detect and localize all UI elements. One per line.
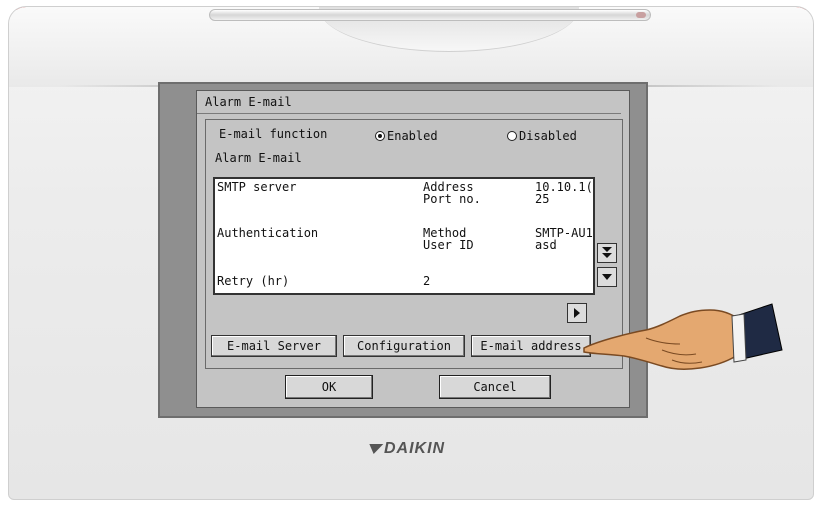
title-divider <box>197 113 621 114</box>
scroll-bottom-button[interactable] <box>597 243 617 263</box>
dialog-title: Alarm E-mail <box>205 95 292 109</box>
enabled-label: Enabled <box>387 129 438 143</box>
list-item-name: Retry (hr) <box>217 274 290 288</box>
tab-configuration[interactable]: Configuration <box>343 335 465 357</box>
list-item-key: User ID <box>423 238 474 252</box>
tab-email-address[interactable]: E-mail address <box>471 335 591 357</box>
list-item-name: SMTP server <box>217 180 297 194</box>
cancel-button[interactable]: Cancel <box>439 375 551 399</box>
radio-enabled[interactable]: Enabled <box>375 129 438 143</box>
brand-name: DAIKIN <box>384 440 446 457</box>
email-function-label: E-mail function <box>219 127 328 141</box>
list-item-value: 25 <box>535 192 550 206</box>
ok-button[interactable]: OK <box>285 375 373 399</box>
daikin-logo-icon <box>366 443 384 454</box>
list-item-value: 2 <box>423 274 431 288</box>
disabled-label: Disabled <box>519 129 577 143</box>
double-chevron-down-icon <box>602 247 612 258</box>
radio-selected-icon <box>375 131 385 141</box>
settings-list[interactable]: SMTP server Address Port no. 10.10.1( 25… <box>213 177 595 295</box>
tab-email-server[interactable]: E-mail Server <box>211 335 337 357</box>
list-item-key: Port no. <box>423 192 481 206</box>
scroll-down-button[interactable] <box>597 267 617 287</box>
list-item-name: Authentication <box>217 226 319 240</box>
pointing-hand-icon <box>583 303 783 371</box>
alarm-email-dialog: Alarm E-mail E-mail function Enabled Dis… <box>196 90 630 408</box>
list-item-value: asd <box>535 238 557 252</box>
section-label: Alarm E-mail <box>215 151 302 165</box>
radio-disabled[interactable]: Disabled <box>507 129 577 143</box>
radio-unselected-icon <box>507 131 517 141</box>
chevron-down-icon <box>602 274 612 280</box>
brand-logo: DAIKIN <box>366 440 446 458</box>
stylus-pen <box>209 9 651 21</box>
